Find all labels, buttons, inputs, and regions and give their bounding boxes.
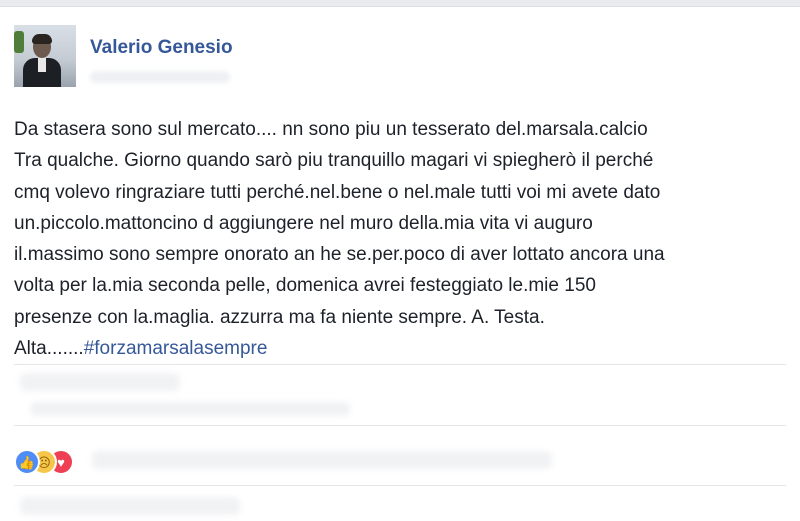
author-name-link[interactable]: Valerio Genesio — [90, 37, 233, 59]
post-card: Valerio Genesio Da stasera sono sul merc… — [0, 6, 800, 521]
blurred-area — [30, 402, 350, 416]
post-line: Alta....... — [14, 338, 84, 360]
blurred-area — [20, 497, 240, 515]
divider — [14, 485, 786, 486]
reaction-names-blurred — [92, 451, 552, 469]
avatar[interactable] — [14, 25, 76, 87]
blurred-area — [20, 373, 180, 391]
post-line: Da stasera sono sul mercato.... nn sono … — [14, 119, 648, 140]
post-line: volta per la.mia seconda pelle, domenica… — [14, 275, 596, 297]
post-line: presenze con la.maglia. azzurra ma fa ni… — [14, 306, 545, 328]
timestamp-blurred — [90, 71, 230, 83]
hashtag-link[interactable]: #forzamarsalasempre — [84, 338, 268, 359]
divider — [14, 425, 786, 426]
post-line: un.piccolo.mattoncino d aggiungere nel m… — [14, 212, 593, 234]
like-icon: 👍 — [14, 449, 40, 475]
divider — [14, 364, 786, 365]
post-line: il.massimo sono sempre onorato an he se.… — [14, 244, 665, 266]
post-line: cmq volevo ringraziare tutti perché.nel.… — [14, 181, 661, 203]
post-text: Da stasera sono sul mercato.... nn sono … — [14, 114, 789, 364]
post-line: Tra qualche. Giorno quando sarò piu tran… — [14, 150, 654, 172]
